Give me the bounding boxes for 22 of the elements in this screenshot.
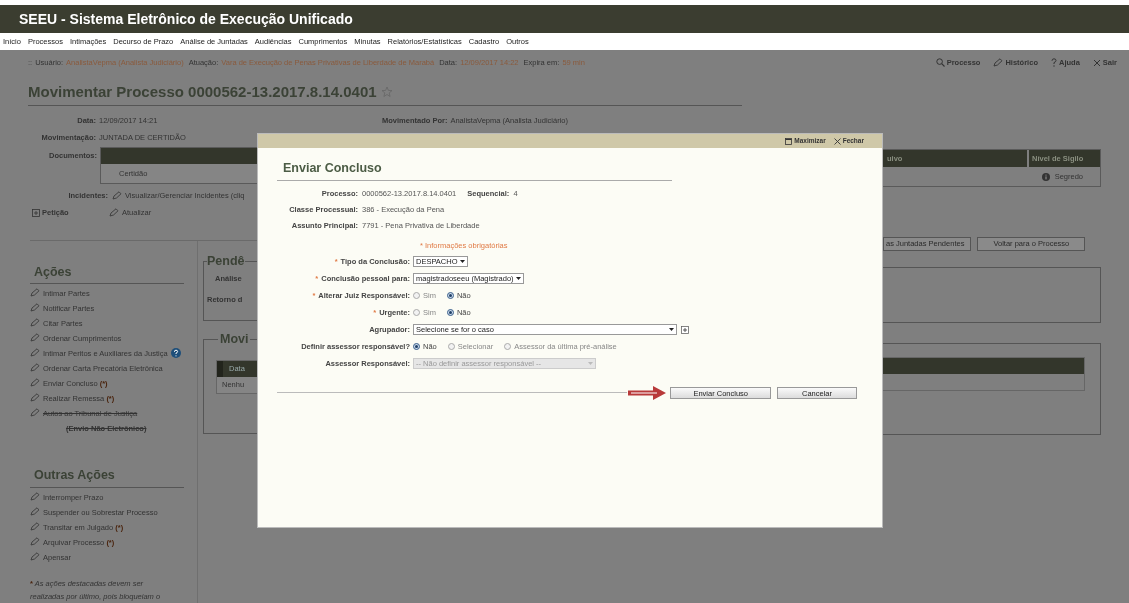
caret-icon	[515, 277, 521, 281]
section-title: Outras Ações	[30, 466, 184, 488]
caret-icon	[588, 362, 593, 366]
info-icon	[1041, 172, 1050, 181]
panel-title: Movi	[218, 331, 251, 346]
page-title: Movimentar Processo 0000562-13.2017.8.14.0401	[28, 82, 377, 102]
caret-icon	[669, 328, 674, 332]
close-icon	[833, 137, 841, 145]
dialog-title: Enviar Concluso	[277, 159, 672, 181]
search-icon	[935, 58, 945, 67]
pointer-arrow-icon	[627, 384, 668, 401]
add-icon	[681, 325, 689, 334]
question-mark-icon	[1050, 58, 1057, 67]
close-icon	[1092, 58, 1101, 67]
help-icon	[170, 348, 181, 359]
app-title: SEEU - Sistema Eletrônico de Execução Unificado	[0, 5, 1129, 33]
panel-title: Pendê	[207, 253, 245, 268]
window-icon	[785, 137, 793, 145]
caret-icon	[459, 260, 465, 264]
section-title: Ações	[30, 262, 184, 285]
pencil-icon	[993, 58, 1004, 67]
expand-icon	[32, 208, 40, 217]
